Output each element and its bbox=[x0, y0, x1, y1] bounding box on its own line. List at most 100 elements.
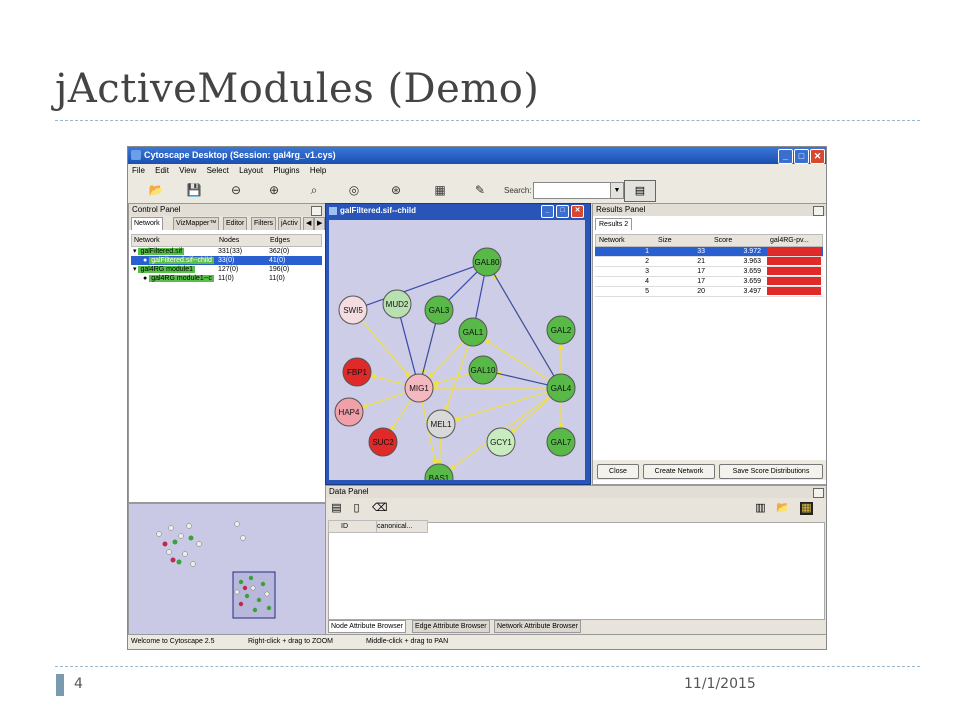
overview-node bbox=[162, 541, 168, 547]
network-edge[interactable] bbox=[493, 273, 555, 377]
menu-bar: File Edit View Select Layout Plugins Hel… bbox=[128, 164, 826, 177]
network-maximize-button[interactable]: □ bbox=[556, 205, 569, 218]
help-lifebuoy-icon[interactable]: ⊛ bbox=[386, 180, 406, 200]
zoom-out-icon[interactable]: ⊖ bbox=[226, 180, 246, 200]
select-attributes-icon[interactable]: ▤ bbox=[330, 502, 343, 515]
network-edge[interactable] bbox=[436, 437, 443, 466]
network-node-mig1[interactable]: MIG1 bbox=[404, 373, 434, 403]
network-close-button[interactable]: ✕ bbox=[571, 205, 584, 218]
birds-eye-view[interactable] bbox=[128, 503, 326, 635]
network-edges: 196(0) bbox=[269, 266, 290, 273]
zoom-in-icon[interactable]: ⊕ bbox=[264, 180, 284, 200]
network-edge[interactable] bbox=[510, 396, 551, 434]
node-label: GAL10 bbox=[471, 366, 496, 375]
tab-filters[interactable]: Filters bbox=[251, 217, 277, 230]
network-node-bas1[interactable]: BAS1 bbox=[424, 463, 454, 493]
col-pvalue: gal4RG-pv... bbox=[770, 237, 809, 244]
undock-icon[interactable] bbox=[813, 488, 824, 498]
tab-node-attribute-browser[interactable]: Node Attribute Browser bbox=[328, 620, 406, 633]
network-node-gal80[interactable]: GAL80 bbox=[472, 247, 502, 277]
menu-edit[interactable]: Edit bbox=[155, 166, 169, 175]
result-row-selected[interactable]: 1 33 3.972 bbox=[595, 247, 823, 257]
matrix-icon[interactable]: ▦ bbox=[800, 502, 813, 515]
minimize-button[interactable]: _ bbox=[778, 149, 793, 164]
network-node-gal7[interactable]: GAL7 bbox=[546, 427, 576, 457]
network-node-swi5[interactable]: SWI5 bbox=[338, 295, 368, 325]
data-panel-title: Data Panel bbox=[329, 487, 369, 496]
save-score-distributions-button[interactable]: Save Score Distributions bbox=[719, 464, 823, 479]
node-label: GAL1 bbox=[463, 328, 484, 337]
network-node-gcy1[interactable]: GCY1 bbox=[486, 427, 516, 457]
result-row[interactable]: 3 17 3.659 bbox=[595, 267, 823, 277]
new-attribute-icon[interactable]: ▯ bbox=[350, 502, 363, 515]
menu-layout[interactable]: Layout bbox=[239, 166, 263, 175]
network-edge[interactable] bbox=[428, 341, 464, 379]
search-input[interactable] bbox=[533, 182, 611, 199]
network-node-gal3[interactable]: GAL3 bbox=[424, 295, 454, 325]
network-edge[interactable] bbox=[365, 266, 475, 306]
tab-editor[interactable]: Editor bbox=[223, 217, 248, 230]
network-canvas[interactable]: GAL80 SWI5 MUD2 GAL3 GAL1 GAL2 FBP1 MIG1 GAL10 GA… bbox=[329, 220, 585, 493]
maximize-button[interactable]: □ bbox=[794, 149, 809, 164]
close-window-button[interactable]: ✕ bbox=[810, 149, 825, 164]
result-row[interactable]: 2 21 3.963 bbox=[595, 257, 823, 267]
network-node-fbp1[interactable]: FBP1 bbox=[342, 357, 372, 387]
network-edge[interactable] bbox=[431, 373, 470, 386]
create-network-button[interactable]: Create Network bbox=[643, 464, 715, 479]
network-edge[interactable] bbox=[399, 317, 417, 375]
network-edge[interactable] bbox=[361, 391, 406, 409]
search-options-button[interactable]: ▤ bbox=[624, 180, 656, 202]
network-node-suc2[interactable]: SUC2 bbox=[368, 427, 398, 457]
close-results-button[interactable]: Close bbox=[597, 464, 639, 479]
menu-view[interactable]: View bbox=[179, 166, 196, 175]
network-row[interactable]: ▾ gal4RG module1 127(0) 196(0) bbox=[131, 265, 322, 274]
undock-icon[interactable] bbox=[311, 206, 322, 216]
network-edge[interactable] bbox=[390, 399, 412, 432]
edit-network-icon[interactable]: ✎ bbox=[470, 180, 490, 200]
network-edge[interactable] bbox=[369, 373, 406, 386]
network-row[interactable]: ▾ galFiltered.sif 331(33) 362(0) bbox=[131, 247, 322, 256]
network-edge[interactable] bbox=[453, 391, 548, 422]
network-edge[interactable] bbox=[421, 323, 437, 375]
network-minimize-button[interactable]: _ bbox=[541, 205, 554, 218]
col-network: Network bbox=[599, 237, 625, 244]
vizmap-icon[interactable]: ▦ bbox=[430, 180, 450, 200]
network-row-selected[interactable]: ● galFiltered.sif--child 33(0) 41(0) bbox=[131, 256, 322, 265]
network-node-hap4[interactable]: HAP4 bbox=[334, 397, 364, 427]
result-row[interactable]: 5 20 3.497 bbox=[595, 287, 823, 297]
tab-edge-attribute-browser[interactable]: Edge Attribute Browser bbox=[412, 620, 490, 633]
network-node-gal1[interactable]: GAL1 bbox=[458, 317, 488, 347]
tab-scroll-left-icon[interactable]: ◀ bbox=[303, 217, 315, 230]
tab-vizmapper[interactable]: VizMapper™ bbox=[173, 217, 220, 230]
network-node-mel1[interactable]: MEL1 bbox=[426, 409, 456, 439]
save-icon[interactable]: 💾 bbox=[184, 180, 204, 200]
open-file-icon[interactable]: 📂 bbox=[776, 502, 790, 515]
tab-scroll-right-icon[interactable]: ▶ bbox=[314, 217, 326, 230]
tab-jactive[interactable]: jActiv bbox=[278, 217, 301, 230]
menu-select[interactable]: Select bbox=[207, 166, 229, 175]
result-row[interactable]: 4 17 3.659 bbox=[595, 277, 823, 287]
network-edge[interactable] bbox=[444, 345, 469, 412]
network-node-mud2[interactable]: MUD2 bbox=[382, 289, 412, 319]
network-row[interactable]: ● gal4RG module1--c 11(0) 11(0) bbox=[131, 274, 322, 283]
zoom-selected-icon[interactable]: ⌕ bbox=[304, 180, 324, 200]
overview-node bbox=[176, 559, 182, 565]
network-nodes: 331(33) bbox=[218, 248, 243, 255]
open-folder-icon[interactable]: 📂 bbox=[146, 180, 166, 200]
tab-results-2[interactable]: Results 2 bbox=[595, 218, 633, 230]
search-dropdown-icon[interactable]: ▼ bbox=[610, 182, 624, 199]
tab-network[interactable]: Network bbox=[131, 217, 163, 230]
network-edge[interactable] bbox=[448, 271, 478, 301]
tab-network-attribute-browser[interactable]: Network Attribute Browser bbox=[494, 620, 581, 633]
delete-attribute-icon[interactable]: ⌫ bbox=[372, 502, 388, 515]
undock-icon[interactable] bbox=[813, 206, 824, 216]
network-node-gal4[interactable]: GAL4 bbox=[546, 373, 576, 403]
network-node-gal10[interactable]: GAL10 bbox=[468, 355, 498, 385]
network-node-gal2[interactable]: GAL2 bbox=[546, 315, 576, 345]
import-table-icon[interactable]: ▥ bbox=[754, 502, 767, 515]
menu-help[interactable]: Help bbox=[310, 166, 326, 175]
zoom-fit-icon[interactable]: ◎ bbox=[344, 180, 364, 200]
menu-plugins[interactable]: Plugins bbox=[273, 166, 299, 175]
menu-file[interactable]: File bbox=[132, 166, 145, 175]
network-edge[interactable] bbox=[475, 275, 485, 319]
